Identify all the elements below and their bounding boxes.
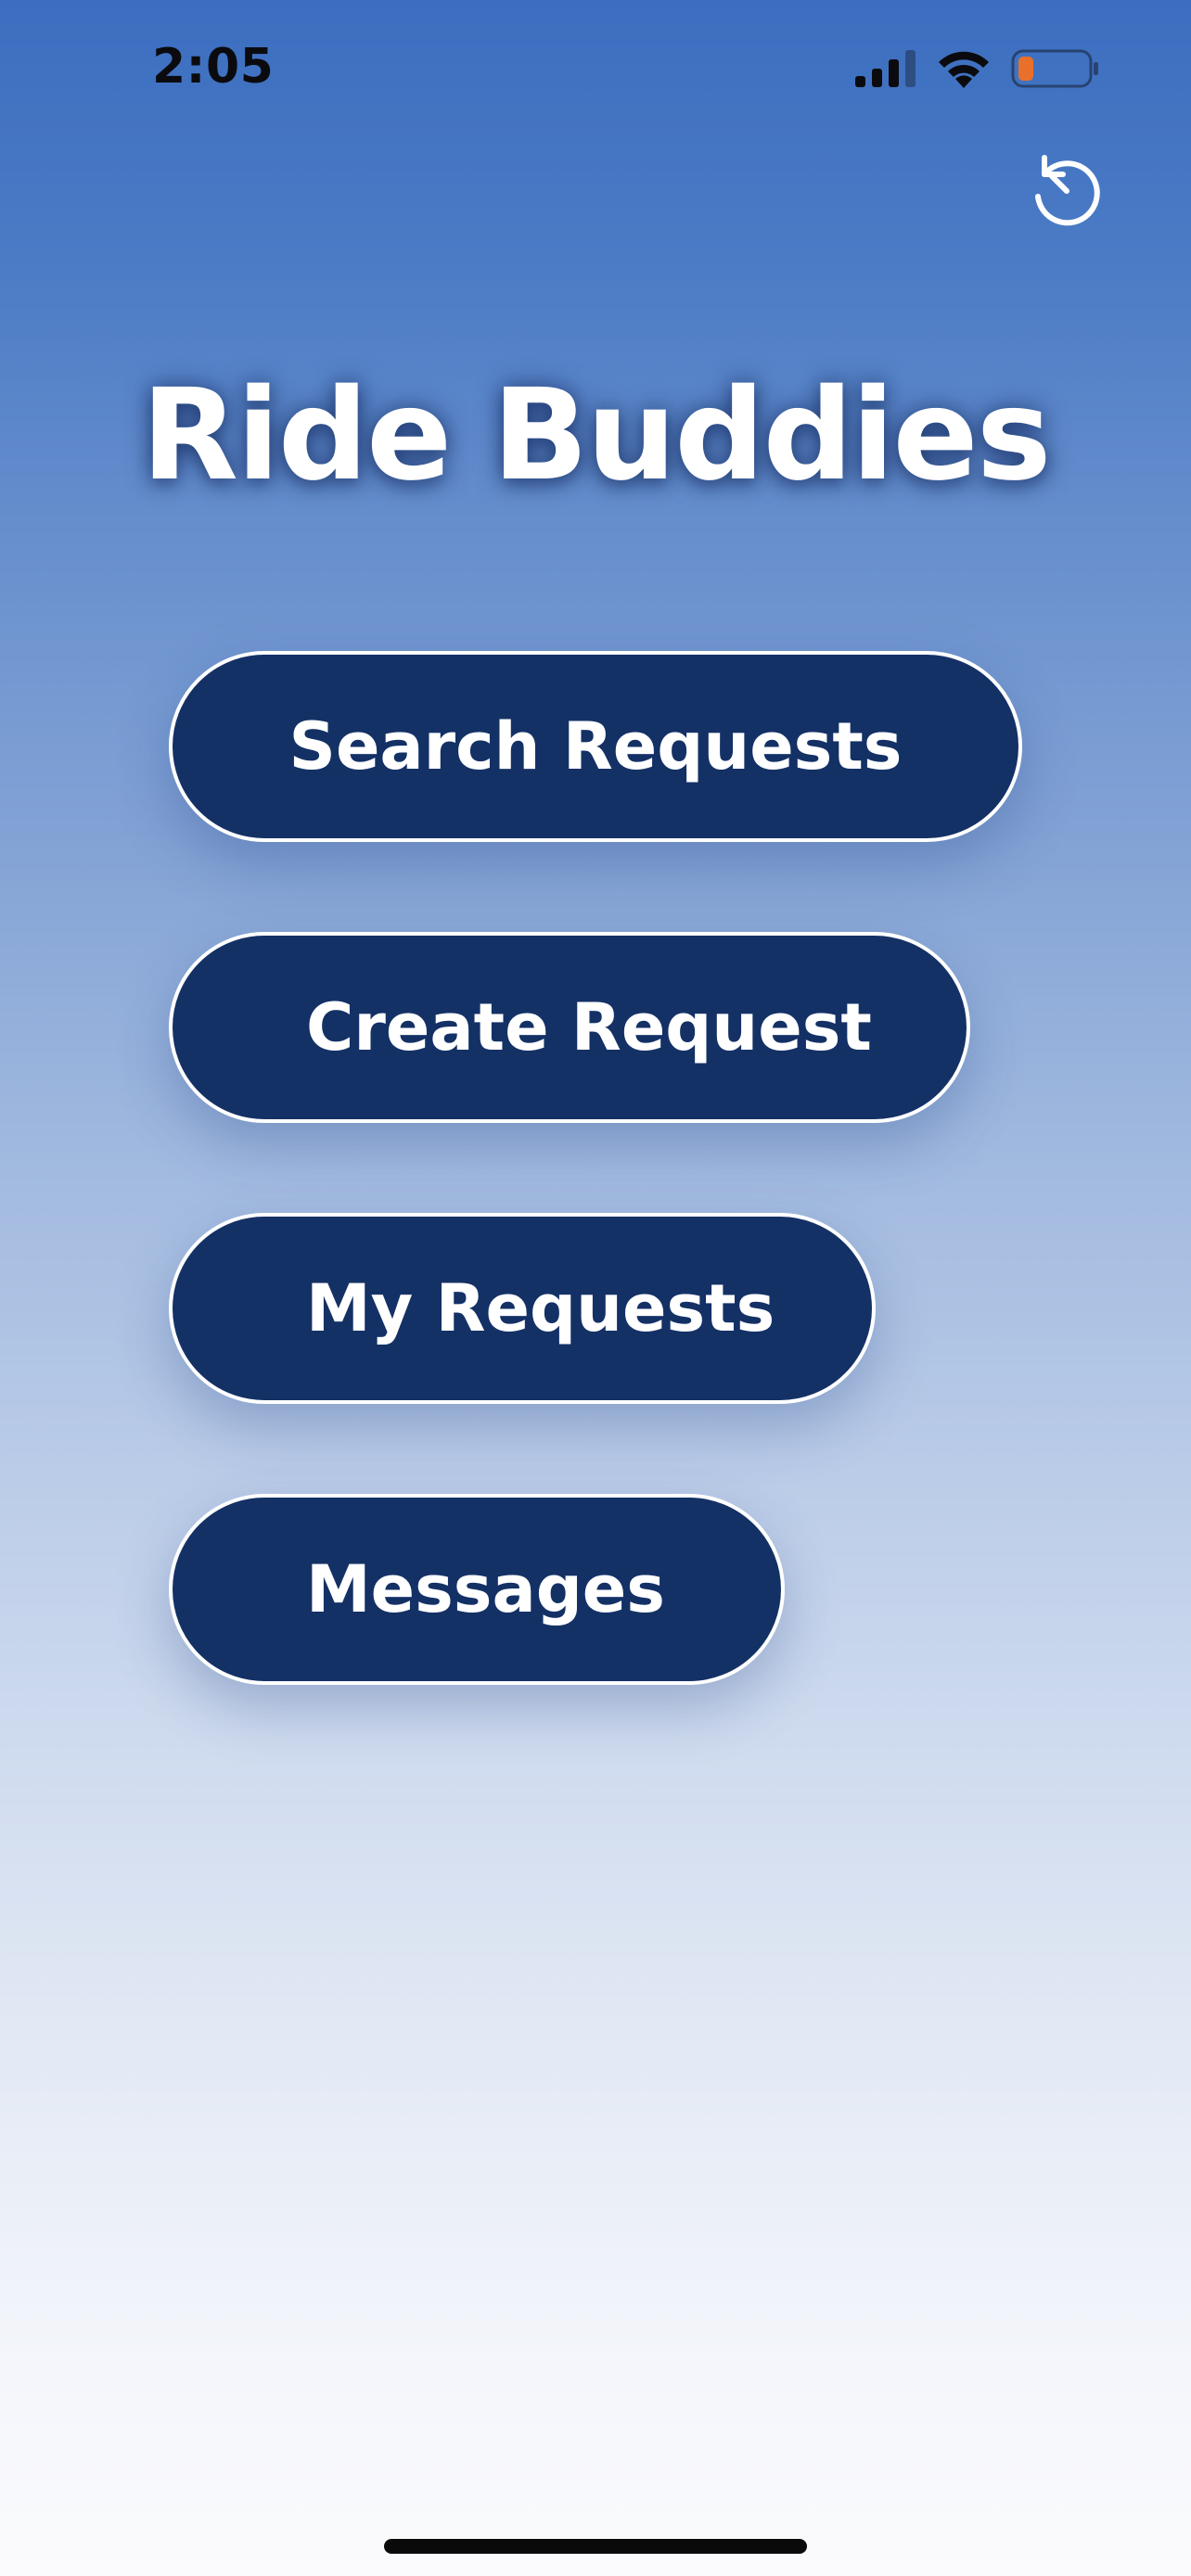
search-requests-button[interactable]: Search Requests: [169, 651, 1022, 842]
refresh-button[interactable]: [1030, 154, 1104, 228]
cellular-signal-icon: [855, 50, 916, 87]
wifi-icon: [939, 51, 989, 88]
app-title: Ride Buddies: [141, 363, 1051, 509]
create-request-label: Create Request: [306, 989, 872, 1065]
create-request-button[interactable]: Create Request: [169, 932, 970, 1123]
status-time: 2:05: [152, 39, 275, 95]
search-requests-label: Search Requests: [288, 708, 903, 784]
messages-label: Messages: [306, 1551, 665, 1627]
messages-button[interactable]: Messages: [169, 1494, 785, 1685]
status-icons: [855, 48, 1100, 89]
my-requests-button[interactable]: My Requests: [169, 1213, 876, 1404]
home-indicator[interactable]: [384, 2539, 807, 2554]
battery-low-icon: [1011, 49, 1098, 88]
refresh-icon: [1035, 155, 1100, 226]
my-requests-label: My Requests: [306, 1270, 775, 1346]
